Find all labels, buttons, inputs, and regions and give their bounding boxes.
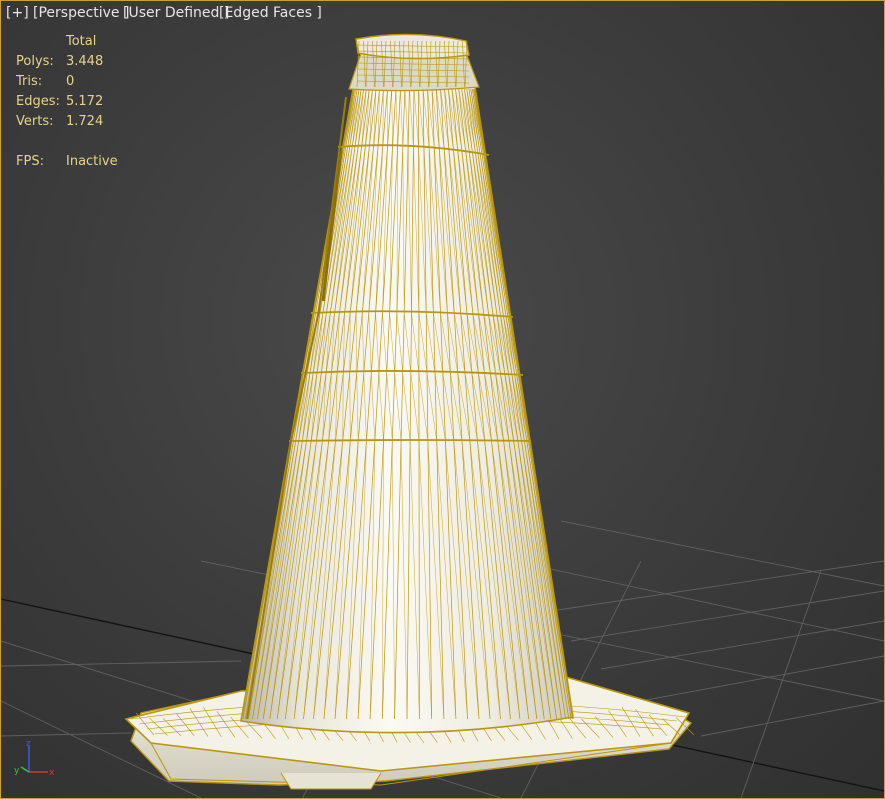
grid-line [640, 655, 884, 702]
grid-line [570, 590, 884, 642]
grid-line [700, 700, 884, 737]
viewport-shading-menu[interactable]: [User Defined ] [123, 5, 229, 21]
viewport-scene[interactable]: z x y [1, 1, 884, 798]
grid-line [550, 560, 884, 612]
axis-z-label: z [26, 739, 31, 749]
axis-y-label: y [14, 766, 20, 776]
stat-polys-value: 3.448 [66, 54, 104, 69]
grid-line [1, 732, 132, 737]
axis-x-label: x [49, 768, 55, 778]
viewport-plus-menu[interactable]: [+] [6, 5, 29, 21]
perspective-viewport[interactable]: z x y [+] [Perspective ] [User Defined ]… [0, 0, 885, 799]
axis-gizmo: z x y [14, 739, 55, 778]
stat-edges-value: 5.172 [66, 94, 104, 109]
grid-line [1, 660, 242, 667]
stat-tris-label: Tris: [16, 74, 43, 89]
stat-fps-label: FPS: [16, 154, 44, 169]
viewport-view-menu[interactable]: [Perspective ] [33, 5, 129, 21]
stat-edges-label: Edges: [16, 94, 60, 109]
traffic-cone-mesh[interactable] [240, 86, 574, 734]
stat-fps-value: Inactive [66, 154, 118, 169]
stat-tris-value: 0 [66, 74, 75, 89]
stat-polys-label: Polys: [16, 54, 54, 69]
grid-line [560, 520, 884, 587]
stat-verts-value: 1.724 [66, 114, 104, 129]
viewport-display-menu[interactable]: [Edged Faces ] [219, 5, 322, 21]
stat-verts-label: Verts: [16, 114, 54, 129]
grid-line [740, 570, 822, 798]
cone-tip[interactable] [348, 33, 480, 92]
grid-line [600, 620, 884, 670]
stats-header: Total [66, 34, 97, 49]
